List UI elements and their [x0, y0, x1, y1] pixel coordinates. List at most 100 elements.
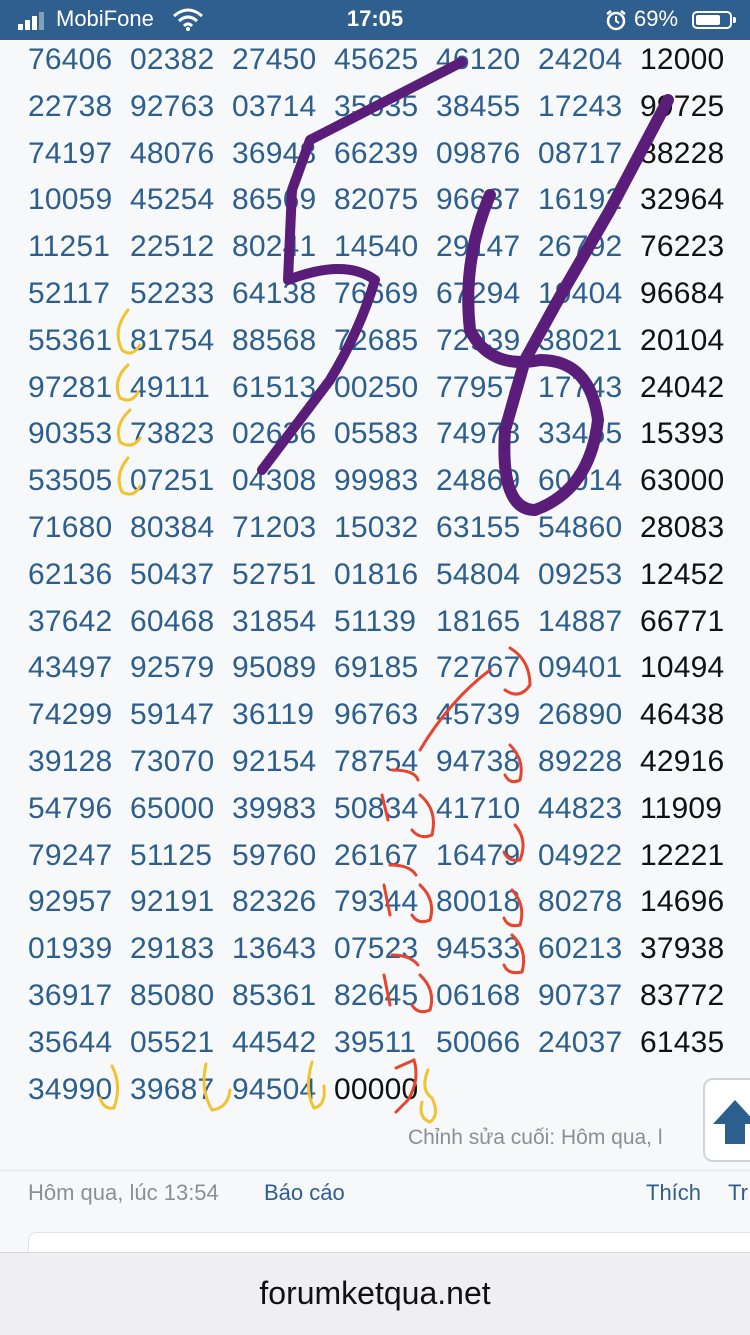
- number-cell: 34990: [28, 1072, 113, 1106]
- number-cell: 60014: [538, 464, 623, 498]
- number-cell: 02636: [232, 417, 317, 451]
- number-cell: 09253: [538, 557, 623, 591]
- number-cell: 12000: [640, 43, 725, 76]
- number-cell: 50834: [334, 791, 419, 825]
- number-cell: 09401: [538, 651, 623, 685]
- number-row: 11251 22512 80241 14540 29147 26792 76223: [0, 227, 750, 274]
- number-cell: 24037: [538, 1025, 623, 1059]
- number-row: 90353 73823 02636 05583 74978 33465 15393: [0, 414, 750, 461]
- number-cell: 72939: [436, 323, 521, 357]
- number-row: 35644 05521 44542 39511 50066 24037 61435: [0, 1023, 750, 1070]
- number-cell: 96684: [640, 277, 725, 310]
- number-cell: 36917: [28, 979, 113, 1012]
- number-row: 34990 39687 94504 00000: [0, 1070, 750, 1117]
- number-cell: 43497: [28, 651, 113, 685]
- url-domain: forumketqua.net: [259, 1275, 491, 1311]
- number-cell: 67294: [436, 277, 521, 310]
- number-cell: 79247: [28, 838, 113, 872]
- number-cell: 14540: [334, 230, 419, 264]
- number-cell: 90737: [538, 979, 623, 1012]
- number-cell: 33465: [538, 417, 623, 451]
- number-cell: 05583: [334, 417, 419, 451]
- number-cell: 39983: [232, 791, 317, 825]
- number-cell: 85361: [232, 979, 317, 1012]
- number-cell: 65000: [130, 791, 215, 825]
- number-cell: 78754: [334, 745, 419, 778]
- number-cell: 80384: [130, 511, 215, 544]
- number-cell: 07251: [130, 464, 215, 498]
- number-cell: 90353: [28, 417, 113, 451]
- number-cell: 39511: [334, 1025, 417, 1059]
- reply-link[interactable]: Tr: [728, 1180, 748, 1206]
- number-cell: 99983: [334, 464, 419, 498]
- number-row: 76406 02382 27450 45625 46120 24204 12000: [0, 40, 750, 87]
- number-row: 71680 80384 71203 15032 63155 54860 28083: [0, 508, 750, 555]
- number-cell: 72767: [436, 651, 521, 685]
- number-cell: 10494: [640, 651, 725, 685]
- number-cell: 86569: [232, 183, 317, 217]
- number-cell: 08717: [538, 136, 623, 170]
- like-link[interactable]: Thích: [646, 1180, 701, 1206]
- number-cell: 60213: [538, 932, 623, 966]
- number-row: 53505 07251 04308 99983 24869 60014 63000: [0, 461, 750, 508]
- number-cell: 50066: [436, 1025, 521, 1059]
- number-cell: 62136: [28, 557, 113, 591]
- number-cell: 36119: [232, 698, 315, 732]
- edited-note: Chỉnh sửa cuối: Hôm qua, l: [408, 1126, 663, 1149]
- number-cell: 26167: [334, 838, 419, 872]
- number-cell: 74197: [28, 136, 113, 170]
- number-cell: 02382: [130, 43, 215, 76]
- number-cell: 76669: [334, 277, 419, 310]
- number-cell: 38455: [436, 89, 521, 123]
- number-cell: 52117: [28, 277, 111, 310]
- number-cell: 05521: [130, 1025, 215, 1059]
- number-cell: 15393: [640, 417, 725, 451]
- number-cell: 22738: [28, 89, 113, 123]
- number-cell: 99725: [640, 89, 725, 123]
- number-row: 10059 45254 86569 82075 96637 16192 32964: [0, 180, 750, 227]
- number-cell: 16479: [436, 838, 521, 872]
- number-cell: 15032: [334, 511, 419, 544]
- number-cell: 48076: [130, 136, 215, 170]
- number-cell: 24042: [640, 370, 725, 404]
- number-cell: 97281: [28, 370, 113, 404]
- report-link[interactable]: Báo cáo: [264, 1180, 345, 1206]
- number-cell: 26890: [538, 698, 623, 732]
- number-row: 36917 85080 85361 82645 06168 90737 83772: [0, 976, 750, 1023]
- number-cell: 92763: [130, 89, 215, 123]
- number-cell: 31854: [232, 604, 317, 638]
- number-cell: 18165: [436, 604, 521, 638]
- browser-address-bar[interactable]: forumketqua.net: [0, 1252, 750, 1335]
- number-cell: 64138: [232, 277, 317, 310]
- number-cell: 60468: [130, 604, 215, 638]
- number-cell: 71680: [28, 511, 113, 544]
- alarm-icon: [606, 10, 626, 31]
- number-cell: 82326: [232, 885, 317, 919]
- number-cell: 79344: [334, 885, 419, 919]
- number-cell: 88228: [640, 136, 725, 170]
- number-cell: 37642: [28, 604, 113, 638]
- divider: [0, 1170, 750, 1171]
- number-cell: 73823: [130, 417, 215, 451]
- number-cell: 59760: [232, 838, 317, 872]
- number-cell: 95089: [232, 651, 317, 685]
- number-cell: 61435: [640, 1025, 725, 1059]
- number-cell: 76406: [28, 43, 113, 76]
- number-cell: 44823: [538, 791, 623, 825]
- number-cell: 80018: [436, 885, 521, 919]
- number-cell: 16192: [538, 183, 623, 217]
- scroll-to-top-button[interactable]: [703, 1078, 750, 1162]
- number-cell: 92957: [28, 885, 113, 919]
- number-row: 55361 81754 88568 72685 72939 38021 20104: [0, 321, 750, 368]
- number-cell: 19404: [538, 277, 623, 310]
- number-cell: 80241: [232, 230, 317, 264]
- arrow-up-icon: [713, 1100, 750, 1144]
- number-cell: 36948: [232, 136, 317, 170]
- number-cell: 17243: [538, 89, 623, 123]
- number-cell: 83772: [640, 979, 725, 1012]
- number-cell: 88568: [232, 323, 317, 357]
- number-cell: 92191: [130, 885, 215, 919]
- number-cell: 51125: [130, 838, 213, 872]
- number-cell: 73070: [130, 745, 215, 778]
- number-cell: 77957: [436, 370, 521, 404]
